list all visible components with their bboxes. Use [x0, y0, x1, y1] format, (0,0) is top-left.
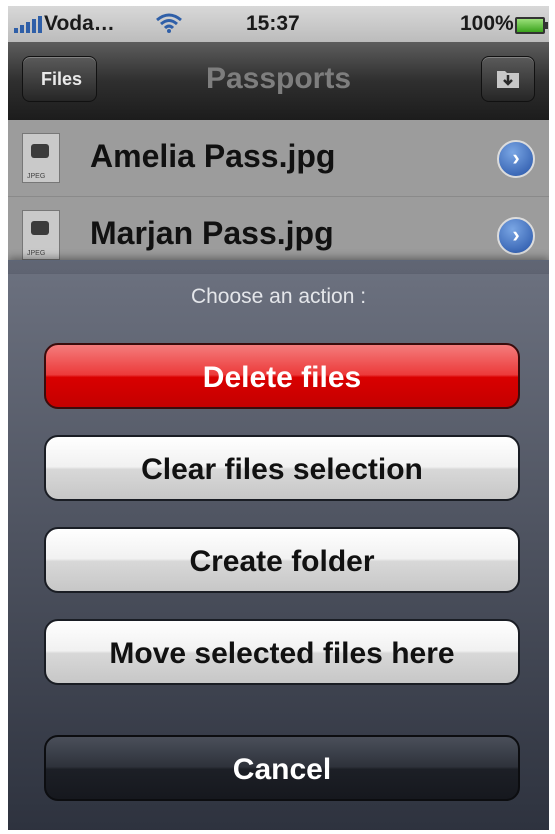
folder-download-button[interactable]	[481, 56, 535, 102]
file-row[interactable]: JPEG Amelia Pass.jpg ›	[8, 120, 549, 197]
jpeg-file-icon: JPEG	[22, 133, 60, 183]
move-files-button[interactable]: Move selected files here	[44, 619, 520, 685]
navigation-bar: Files Passports	[8, 42, 549, 121]
action-sheet: Choose an action : Delete files Clear fi…	[8, 260, 549, 830]
clock-time: 15:37	[246, 12, 300, 35]
disclosure-arrow-icon[interactable]: ›	[497, 217, 535, 255]
carrier-label: Voda…	[44, 12, 115, 35]
page-title: Passports	[205, 62, 352, 95]
file-list: JPEG Amelia Pass.jpg › JPEG Marjan Pass.…	[8, 120, 549, 274]
file-name: Amelia Pass.jpg	[90, 138, 336, 174]
phone-screen: Voda… 15:37 100% Files Passports JPEG Am…	[8, 6, 549, 830]
jpeg-file-icon: JPEG	[22, 210, 60, 260]
clear-selection-button[interactable]: Clear files selection	[44, 435, 520, 501]
create-folder-button[interactable]: Create folder	[44, 527, 520, 593]
file-name: Marjan Pass.jpg	[90, 215, 334, 251]
status-bar: Voda… 15:37 100%	[8, 6, 549, 42]
battery-icon	[515, 17, 548, 34]
delete-files-button[interactable]: Delete files	[44, 343, 520, 409]
cancel-button[interactable]: Cancel	[44, 735, 520, 801]
action-sheet-title: Choose an action :	[190, 285, 367, 308]
signal-strength-icon	[14, 15, 42, 33]
wifi-icon	[154, 12, 184, 40]
disclosure-arrow-icon[interactable]: ›	[497, 140, 535, 178]
battery-percentage: 100%	[460, 12, 514, 35]
folder-download-icon	[497, 71, 519, 88]
